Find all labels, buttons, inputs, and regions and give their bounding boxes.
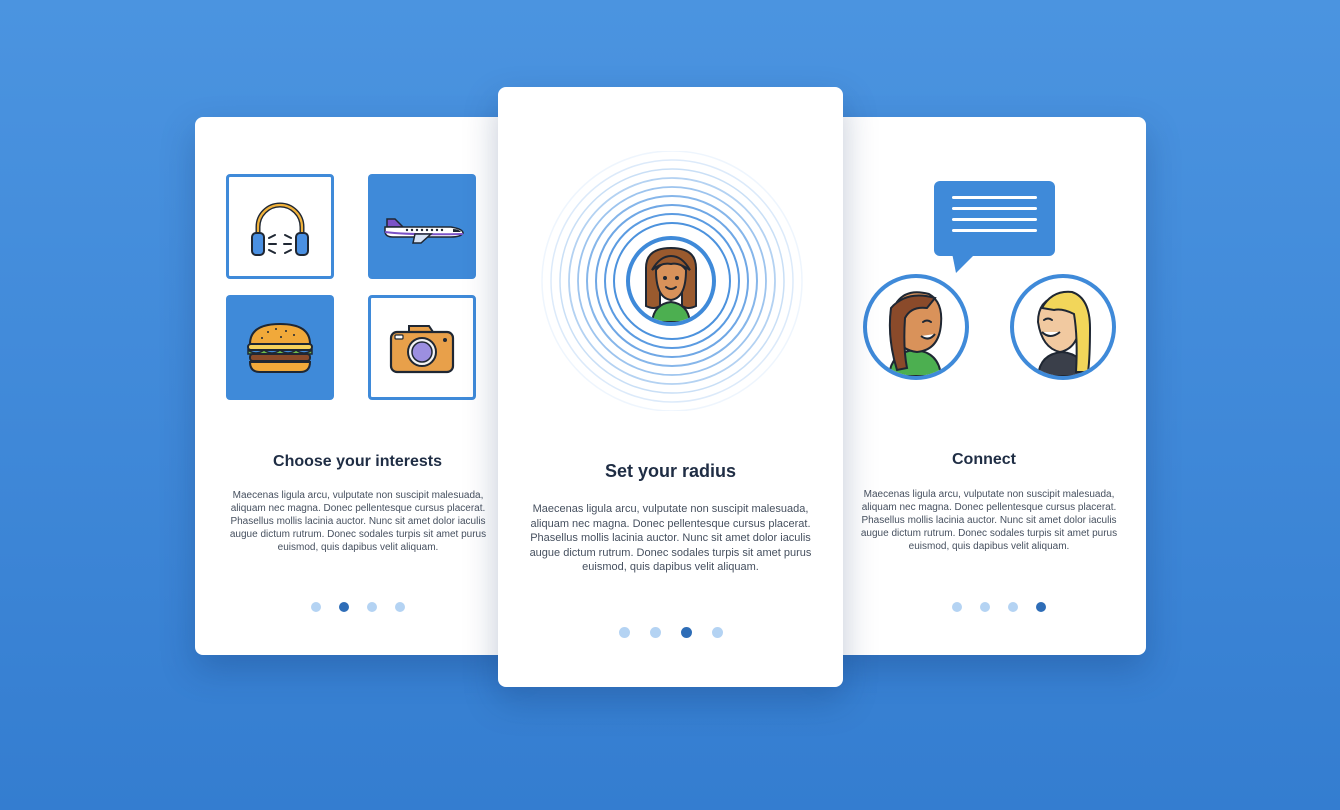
onboarding-card-connect: Connect Maecenas ligula arcu, vulputate … — [822, 117, 1146, 655]
pagination-dot[interactable] — [711, 627, 723, 638]
pagination-dots — [852, 602, 1146, 612]
pagination-dot[interactable] — [394, 602, 405, 612]
onboarding-card-radius: Set your radius Maecenas ligula arcu, vu… — [498, 87, 843, 687]
interest-tile-travel[interactable] — [368, 174, 476, 279]
chat-bubble-icon — [934, 181, 1055, 256]
pagination-dots — [498, 627, 843, 638]
camera-icon — [389, 324, 455, 373]
card-title: Connect — [952, 451, 1016, 468]
pagination-dot[interactable] — [952, 602, 962, 612]
pagination-dot[interactable] — [310, 602, 321, 612]
onboarding-card-interests: Choose your interests Maecenas ligula ar… — [195, 117, 520, 655]
pagination-dot[interactable] — [1008, 602, 1018, 612]
pagination-dot-active[interactable] — [338, 602, 349, 612]
pagination-dot[interactable] — [649, 627, 661, 638]
card-title: Choose your interests — [273, 453, 442, 470]
pagination-dot[interactable] — [366, 602, 377, 612]
card-description: Maecenas ligula arcu, vulputate non susc… — [229, 490, 487, 553]
interest-tile-photography[interactable] — [368, 295, 476, 400]
interest-tile-music[interactable] — [226, 174, 334, 279]
user-avatar — [626, 236, 716, 326]
pagination-dots — [195, 602, 520, 612]
burger-icon — [247, 322, 313, 373]
interest-tile-food[interactable] — [226, 295, 334, 400]
pagination-dot[interactable] — [980, 602, 990, 612]
avatar-blonde — [1010, 274, 1116, 380]
chat-bubble-tail — [952, 253, 976, 273]
airplane-icon — [384, 217, 464, 244]
headphones-icon — [251, 202, 309, 256]
pagination-dot[interactable] — [618, 627, 630, 638]
card-description: Maecenas ligula arcu, vulputate non susc… — [529, 503, 812, 573]
pagination-dot-active[interactable] — [1036, 602, 1046, 612]
pagination-dot-active[interactable] — [680, 627, 692, 638]
card-title: Set your radius — [604, 461, 737, 481]
card-description: Maecenas ligula arcu, vulputate non susc… — [860, 489, 1118, 552]
avatar-brunette — [863, 274, 969, 380]
